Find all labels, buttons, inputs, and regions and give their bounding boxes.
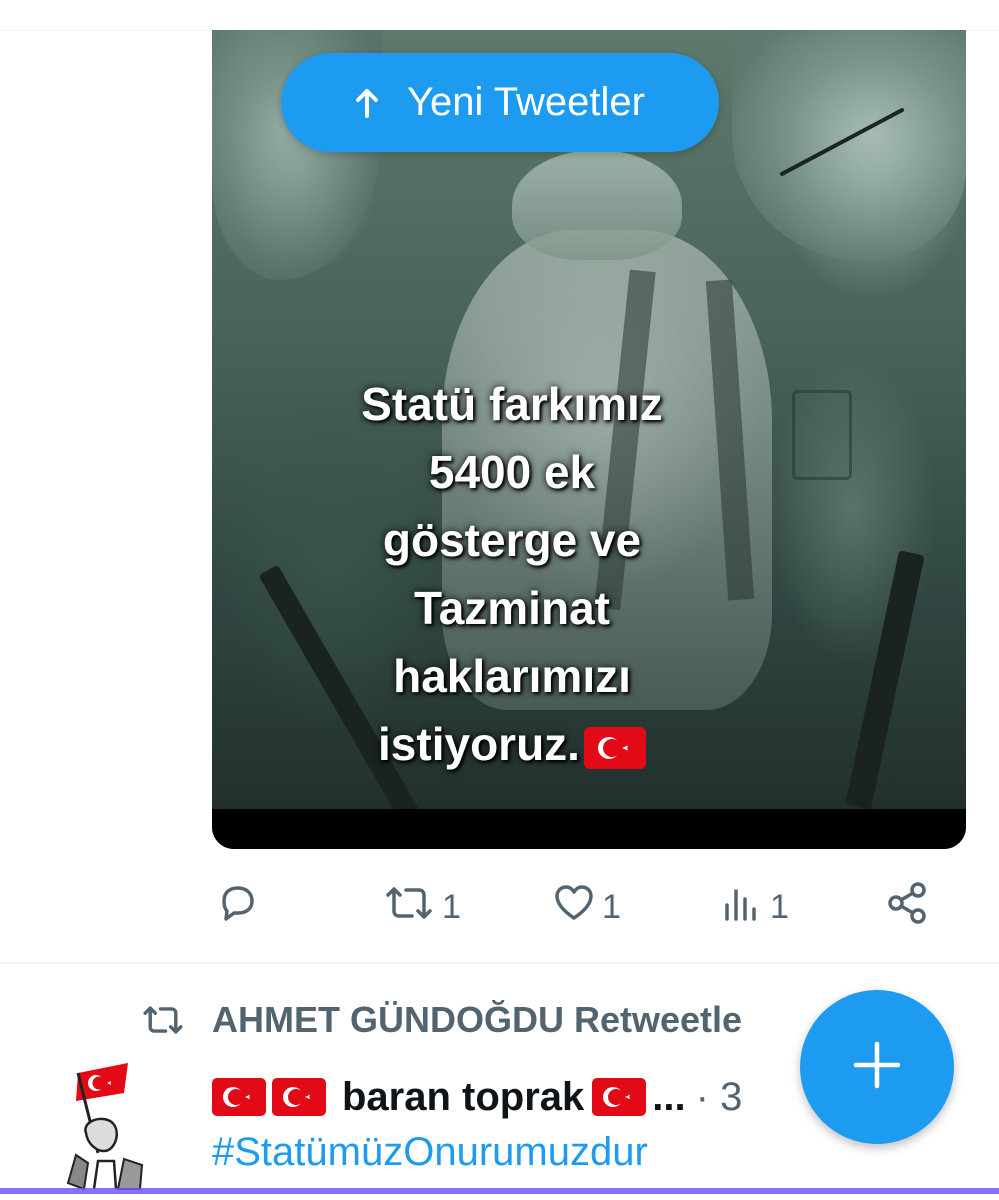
arrow-up-icon: [355, 88, 379, 118]
retweet-icon: [140, 1001, 212, 1039]
tweet-time: · 3: [695, 1074, 743, 1119]
retweet-context[interactable]: AHMET GÜNDOĞDU Retweetle: [140, 995, 742, 1045]
caption-line: Statü farkımız: [361, 378, 663, 430]
reply-icon: [216, 881, 260, 934]
retweet-count: 1: [442, 887, 461, 926]
tweet-media[interactable]: Statü farkımız 5400 ek gösterge ve Tazmi…: [212, 30, 966, 849]
tweet-actions: 1 1 1: [212, 872, 952, 942]
compose-tweet-button[interactable]: [800, 990, 954, 1144]
timeline: Statü farkımız 5400 ek gösterge ve Tazmi…: [0, 0, 999, 1200]
caption-text: istiyoruz.: [378, 718, 580, 770]
new-tweets-label: Yeni Tweetler: [407, 80, 645, 124]
bottom-indicator: [0, 1188, 999, 1194]
share-button[interactable]: [884, 872, 930, 942]
caption-line: Tazminat: [414, 582, 610, 634]
retweet-button[interactable]: 1: [382, 872, 461, 942]
caption-line-last: istiyoruz.: [212, 710, 812, 778]
like-button[interactable]: 1: [552, 872, 621, 942]
divider: [0, 962, 999, 964]
image-caption: Statü farkımız 5400 ek gösterge ve Tazmi…: [212, 370, 812, 778]
turkish-flag-icon: [583, 726, 646, 769]
like-count: 1: [602, 887, 621, 926]
rifle: [845, 550, 925, 810]
media-letterbox: [212, 809, 966, 849]
author-ellipsis: ...: [652, 1074, 686, 1119]
views-icon: [720, 881, 764, 934]
soldier-right: [732, 30, 966, 260]
retweet-icon: [382, 881, 436, 934]
views-count: 1: [770, 887, 789, 926]
share-icon: [884, 880, 930, 935]
author-name: baran toprak: [342, 1074, 585, 1119]
new-tweets-button[interactable]: Yeni Tweetler: [281, 53, 719, 152]
hashtag-link[interactable]: #StatümüzOnurumuzdur: [212, 1130, 648, 1175]
caption-line: gösterge ve: [382, 514, 642, 566]
soldier-helmet: [512, 150, 682, 260]
caption-line: 5400 ek: [428, 446, 596, 498]
turkish-flag-icon: [272, 1078, 326, 1116]
turkish-flag-icon: [592, 1078, 647, 1116]
avatar[interactable]: [58, 1063, 162, 1193]
turkish-flag-icon: [212, 1078, 266, 1116]
retweeted-by-text: AHMET GÜNDOĞDU Retweetle: [212, 999, 743, 1040]
tweet-header[interactable]: baran toprak ... · 3: [212, 1070, 742, 1124]
caption-line: haklarımızı: [393, 650, 631, 702]
plus-icon: [852, 1040, 902, 1095]
reply-button[interactable]: [216, 872, 266, 942]
views-button[interactable]: 1: [720, 872, 789, 942]
like-icon: [552, 881, 596, 934]
